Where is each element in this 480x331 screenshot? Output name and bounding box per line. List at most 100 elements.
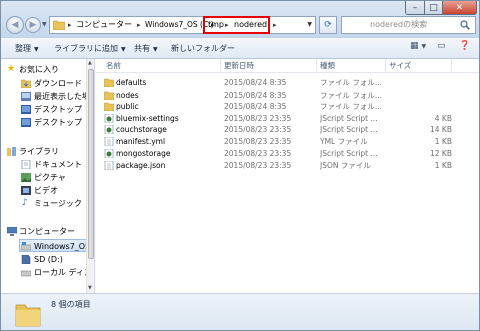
file-row[interactable]: package.json 2015/08/23 23:35 JSON ファイル … [96,160,479,171]
sidebar-item-videos[interactable]: ビデオ [1,184,87,197]
recent-pages-dropdown-icon[interactable]: ▼ [42,21,47,28]
share-button[interactable]: 共有 ▼ [134,38,158,59]
file-size [388,77,452,88]
sidebar-item-desktop[interactable]: デスクトップ [1,103,87,116]
script-file-icon [104,114,114,123]
navigation-row: ◀ ▶ ▼ ▸ コンピューター ▸ Windows7_OS (C:) ▸ tmp… [1,14,479,36]
library-icon [7,147,16,156]
breadcrumb-separator[interactable]: ▸ [68,17,72,33]
text-file-icon [104,161,114,170]
sd-card-icon [21,255,31,264]
help-button[interactable]: ❓ [459,41,470,56]
sidebar-item-sd-card[interactable]: SD (D:) [1,253,87,266]
sidebar-item-label: Windows7_OS (C:) [34,242,87,251]
refresh-button[interactable]: ⟳ [319,16,337,34]
back-arrow-icon: ◀ [11,20,19,30]
sidebar-item-favorites[interactable]: ★ お気に入り [1,63,87,76]
chevron-down-icon: ▼ [153,46,158,53]
sidebar-scrollbar[interactable]: ▲ ▼ [86,59,94,293]
file-type: ファイル フォル... [320,102,383,111]
file-type: JSON ファイル [320,161,371,170]
file-type: ファイル フォル... [320,78,383,87]
file-row[interactable]: bluemix-settings 2015/08/23 23:35 JScrip… [96,113,479,124]
sidebar-item-downloads[interactable]: ダウンロード [1,77,87,90]
drive-icon [21,270,31,277]
script-file-icon [104,125,114,134]
back-button[interactable]: ◀ [6,16,24,34]
status-bar: 8 個の項目 [1,293,479,330]
column-header-size[interactable]: サイズ [386,59,452,73]
folder-icon [104,78,114,87]
file-name: public [116,102,139,111]
sidebar-item-libraries[interactable]: ライブラリ [1,145,87,158]
breadcrumb-separator[interactable]: ▸ [273,17,277,33]
new-folder-label: 新しいフォルダー [171,44,235,53]
organize-button[interactable]: 整理 ▼ [15,38,39,59]
file-date: 2015/08/23 23:35 [224,114,292,123]
new-folder-button[interactable]: 新しいフォルダー [171,38,235,59]
breadcrumb-computer[interactable]: コンピューター [76,17,132,33]
desktop-icon [21,105,31,114]
desktop-icon [21,118,31,127]
file-list: 名前 更新日時 種類 サイズ defaults 2015/08/24 8:35 … [96,59,479,293]
scroll-up-icon[interactable]: ▲ [88,60,92,66]
address-dropdown-icon[interactable]: ▼ [307,17,312,33]
forward-button[interactable]: ▶ [25,17,41,33]
address-bar[interactable]: ▸ コンピューター ▸ Windows7_OS (C:) ▸ tmp ▸ nod… [49,16,316,34]
file-type: YML ファイル [320,137,368,146]
breadcrumb-nodered[interactable]: nodered [234,17,267,33]
view-options-button[interactable]: ▦ ▼ [410,41,426,56]
view-icon: ▦ [410,41,419,51]
file-row[interactable]: mongostorage 2015/08/23 23:35 JScript Sc… [96,148,479,159]
column-header-name[interactable]: 名前 [103,59,221,73]
file-row[interactable]: defaults 2015/08/24 8:35 ファイル フォル... [96,77,479,88]
share-label: 共有 [134,44,150,53]
close-button[interactable]: ✕ [443,1,477,15]
file-size: 12 KB [430,149,452,158]
file-row[interactable]: manifest.yml 2015/08/23 23:35 YML ファイル 1… [96,136,479,147]
file-name: bluemix-settings [116,114,179,123]
sidebar-item-label: お気に入り [19,65,59,74]
sidebar-item-recent-places[interactable]: 最近表示した場所 [1,90,87,103]
breadcrumb-separator[interactable]: ▸ [137,17,141,33]
sidebar-item-documents[interactable]: ドキュメント [1,158,87,171]
help-icon: ❓ [459,41,471,51]
sidebar-item-local-disk[interactable]: ローカル ディスク [1,266,87,279]
minimize-button[interactable]: – [405,1,425,15]
sidebar-item-label: ダウンロード [34,79,82,88]
maximize-button[interactable]: □ [425,1,443,15]
file-row[interactable]: public 2015/08/24 8:35 ファイル フォル... [96,101,479,112]
documents-icon [21,160,31,169]
chevron-down-icon: ▼ [121,46,126,53]
file-type: JScript Script ... [320,114,378,123]
scroll-down-icon[interactable]: ▼ [88,285,92,291]
sidebar-item-label: コンピューター [19,227,75,236]
sidebar-item-computer[interactable]: コンピューター [1,225,87,238]
sidebar-item-label: SD (D:) [34,255,63,264]
column-header-date[interactable]: 更新日時 [221,59,317,73]
file-size: 14 KB [430,125,452,134]
search-input[interactable]: noderedの検索 [341,16,476,34]
file-row[interactable]: couchstorage 2015/08/23 23:35 JScript Sc… [96,124,479,135]
file-type: JScript Script ... [320,149,378,158]
sidebar-item-label: ミュージック [34,199,82,208]
item-count: 8 個の項目 [51,300,91,309]
sidebar-item-windows7-os[interactable]: Windows7_OS (C:) [19,239,87,252]
add-to-library-label: ライブラリに追加 [54,44,118,53]
file-date: 2015/08/23 23:35 [224,137,292,146]
column-header-type[interactable]: 種類 [317,59,386,73]
sidebar-item-pictures[interactable]: ピクチャ [1,171,87,184]
breadcrumb-separator[interactable]: ▸ [225,17,229,33]
command-toolbar: 整理 ▼ ライブラリに追加 ▼ 共有 ▼ 新しいフォルダー ▦ ▼ ▭ ❓ [1,37,479,59]
add-to-library-button[interactable]: ライブラリに追加 ▼ [54,38,126,59]
file-size [388,101,452,112]
refresh-icon: ⟳ [324,20,332,30]
sidebar-item-desktop[interactable]: デスクトップ [1,116,87,129]
search-icon [460,20,470,30]
file-row[interactable]: nodes 2015/08/24 8:35 ファイル フォル... [96,90,479,101]
breadcrumb-tmp[interactable]: tmp [208,17,224,33]
sidebar-item-music[interactable]: ♪ ミュージック [1,197,87,210]
scrollbar-thumb[interactable] [88,69,94,259]
preview-pane-button[interactable]: ▭ [437,41,446,56]
file-size: 4 KB [434,114,452,123]
